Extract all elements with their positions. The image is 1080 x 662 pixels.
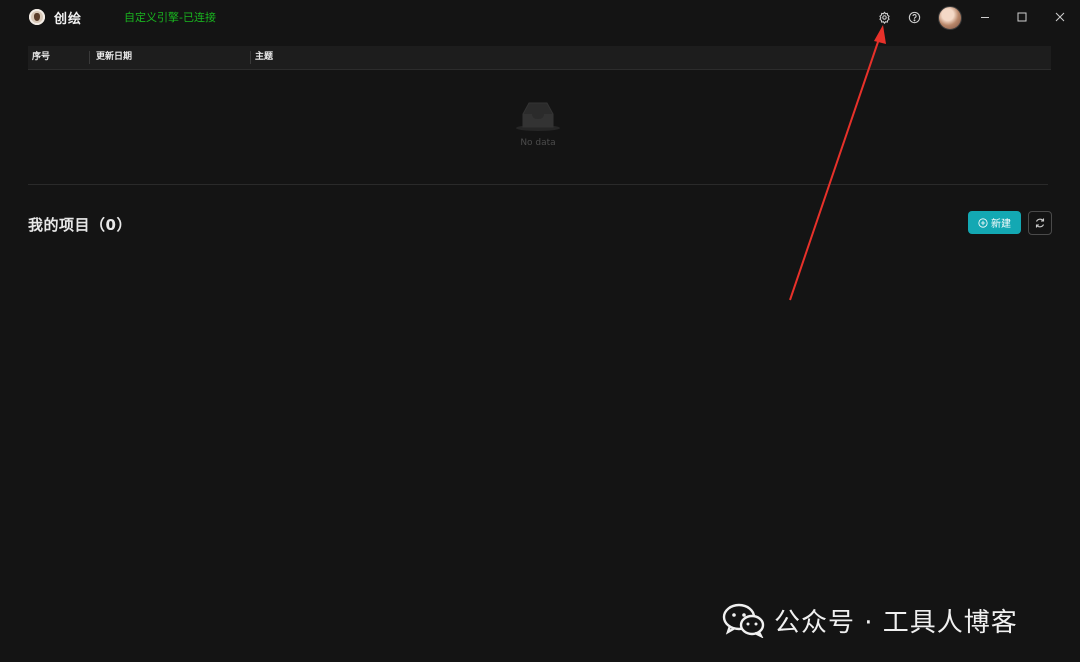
user-avatar[interactable]	[938, 6, 962, 30]
plus-circle-icon	[978, 217, 988, 228]
watermark-text: 公众号 · 工具人博客	[774, 607, 1018, 638]
engine-status-text: 自定义引擎-已连接	[124, 11, 216, 24]
app-window: 创绘 自定义引擎-已连接 序号 更新日期 主题 No data 我的项目（0） …	[0, 0, 1080, 662]
watermark: 公众号 · 工具人博客	[722, 600, 1018, 640]
column-header-topic[interactable]: 主题	[255, 46, 273, 69]
section-divider	[28, 184, 1048, 185]
maximize-icon[interactable]	[1014, 9, 1030, 25]
refresh-icon	[1035, 218, 1045, 228]
column-divider	[89, 51, 90, 64]
column-header-updated-date[interactable]: 更新日期	[96, 46, 132, 69]
help-icon[interactable]	[906, 9, 922, 25]
wechat-icon	[722, 603, 765, 638]
close-icon[interactable]	[1052, 9, 1068, 25]
projects-title: 我的项目（0）	[28, 216, 132, 234]
app-name: 创绘	[54, 12, 83, 27]
minimize-icon[interactable]	[977, 9, 993, 25]
refresh-button[interactable]	[1028, 211, 1052, 235]
app-logo-icon	[29, 9, 45, 25]
column-divider	[250, 51, 251, 64]
empty-inbox-icon	[515, 100, 561, 138]
title-bar: 创绘 自定义引擎-已连接	[0, 0, 1080, 34]
new-project-label: 新建	[991, 219, 1011, 230]
new-project-button[interactable]: 新建	[968, 211, 1021, 234]
records-table-header: 序号 更新日期 主题	[28, 46, 1051, 70]
empty-state-text: No data	[520, 138, 556, 148]
settings-icon[interactable]	[876, 9, 892, 25]
column-header-index[interactable]: 序号	[32, 46, 50, 69]
